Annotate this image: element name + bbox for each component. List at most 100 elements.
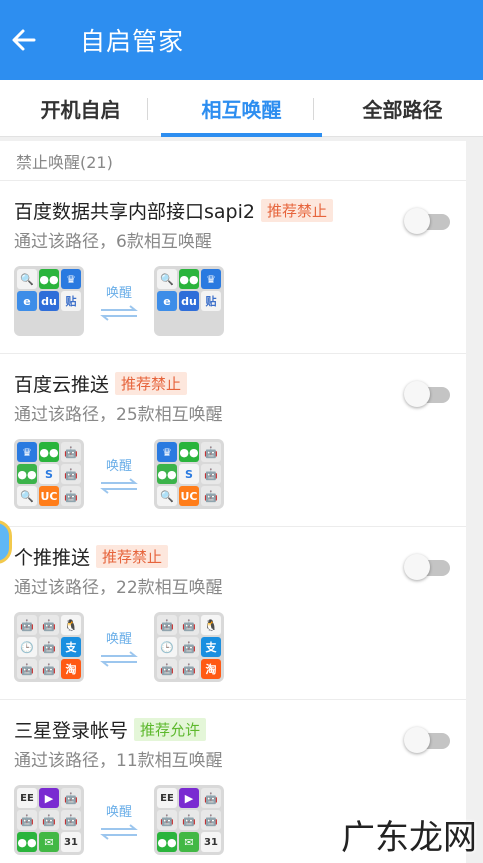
android-icon: 🤖	[39, 810, 59, 830]
recommend-badge: 推荐禁止	[260, 199, 333, 222]
wakeup-path-visual: EE ▶ 🤖 🤖 🤖 🤖 ●● ✉ 31 唤醒 EE ▶ 🤖 🤖 🤖 �	[14, 784, 224, 856]
wakeup-path-visual: 🔍 ●● ♛ e du 贴 唤醒 🔍 ●● ♛ e du 贴	[14, 265, 224, 337]
recommend-badge: 推荐禁止	[115, 372, 188, 395]
android-icon: 🤖	[61, 464, 81, 484]
android-icon: 🤖	[179, 637, 199, 657]
list-item[interactable]: 百度云推送 推荐禁止 通过该路径，25款相互唤醒 ♛ ●● 🤖 ●● S 🤖 🔍…	[0, 354, 466, 527]
list-item[interactable]: 个推推送 推荐禁止 通过该路径，22款相互唤醒 🤖 🤖 🐧 🕒 🤖 支 🤖 🤖 …	[0, 527, 466, 700]
android-icon: 🤖	[201, 788, 221, 808]
list-item[interactable]: 百度数据共享内部接口sapi2 推荐禁止 通过该路径，6款相互唤醒 🔍 ●● ♛…	[0, 181, 466, 354]
wechat-icon: ●●	[179, 442, 199, 462]
android-icon: 🤖	[179, 615, 199, 635]
app-group-icon: 🔍 ●● ♛ e du 贴	[154, 266, 224, 336]
android-icon: 🤖	[157, 659, 177, 679]
wakeup-toggle[interactable]	[404, 554, 450, 580]
android-icon: 🤖	[17, 615, 37, 635]
android-icon: 🤖	[39, 659, 59, 679]
calendar-icon: 31	[201, 832, 221, 852]
swap-arrows-icon	[100, 650, 138, 667]
qq-icon: 🐧	[201, 615, 221, 635]
android-icon: 🤖	[179, 659, 199, 679]
keyboard-icon: EE	[17, 788, 37, 808]
wechat-icon: ●●	[17, 832, 37, 852]
android-icon: 🤖	[17, 659, 37, 679]
wechat-icon: ●●	[17, 464, 37, 484]
arrow-left-icon	[12, 29, 36, 51]
item-name: 个推推送	[14, 547, 91, 569]
swap-arrows-icon	[100, 304, 138, 321]
app-group-icon: 🔍 ●● ♛ e du 贴	[14, 266, 84, 336]
watermark-text: 广东龙网	[341, 817, 477, 858]
message-icon: ✉	[179, 832, 199, 852]
app-s-icon: S	[39, 464, 59, 484]
crown-icon: ♛	[201, 269, 221, 289]
app-s-icon: S	[179, 464, 199, 484]
wakeup-arrow: 唤醒	[84, 266, 154, 336]
clock-icon: 🕒	[17, 637, 37, 657]
alipay-icon: 支	[61, 637, 81, 657]
wakeup-toggle[interactable]	[404, 727, 450, 753]
app-group-icon: EE ▶ 🤖 🤖 🤖 🤖 ●● ✉ 31	[154, 785, 224, 855]
search-icon: 🔍	[17, 486, 37, 506]
android-icon: 🤖	[61, 442, 81, 462]
browser-icon: e	[17, 291, 37, 311]
tab-all-paths[interactable]: 全部路径	[322, 80, 483, 136]
wakeup-path-visual: 🤖 🤖 🐧 🕒 🤖 支 🤖 🤖 淘 唤醒 🤖 🤖 🐧 🕒 🤖 支 🤖 🤖 淘	[14, 611, 224, 683]
browser-icon: e	[157, 291, 177, 311]
baidu-icon: du	[179, 291, 199, 311]
app-group-icon: EE ▶ 🤖 🤖 🤖 🤖 ●● ✉ 31	[14, 785, 84, 855]
android-icon: 🤖	[39, 615, 59, 635]
android-icon: 🤖	[61, 810, 81, 830]
android-icon: 🤖	[179, 810, 199, 830]
crown-icon: ♛	[61, 269, 81, 289]
crown-icon: ♛	[157, 442, 177, 462]
watermark: 广东龙网	[337, 805, 477, 863]
item-description: 通过该路径，6款相互唤醒	[14, 232, 212, 252]
alipay-icon: 支	[201, 637, 221, 657]
app-bar: 自启管家	[0, 0, 483, 80]
search-icon: 🔍	[17, 269, 37, 289]
app-group-icon: ♛ ●● 🤖 ●● S 🤖 🔍 UC 🤖	[14, 439, 84, 509]
android-icon: 🤖	[201, 486, 221, 506]
android-icon: 🤖	[61, 788, 81, 808]
search-icon: 🔍	[157, 269, 177, 289]
baidu-icon: du	[39, 291, 59, 311]
taobao-icon: 淘	[61, 659, 81, 679]
wakeup-arrow-label: 唤醒	[105, 631, 132, 647]
swap-arrows-icon	[100, 477, 138, 494]
wechat-icon: ●●	[157, 832, 177, 852]
item-name: 三星登录帐号	[14, 720, 129, 742]
tab-divider	[313, 98, 314, 120]
calendar-icon: 31	[61, 832, 81, 852]
android-icon: 🤖	[201, 464, 221, 484]
back-button[interactable]	[4, 20, 44, 60]
wakeup-path-list[interactable]: 禁止唤醒(21) 百度数据共享内部接口sapi2 推荐禁止 通过该路径，6款相互…	[0, 141, 466, 863]
wakeup-toggle[interactable]	[404, 381, 450, 407]
android-icon: 🤖	[17, 810, 37, 830]
tab-divider	[147, 98, 148, 120]
wakeup-path-visual: ♛ ●● 🤖 ●● S 🤖 🔍 UC 🤖 唤醒 ♛ ●● 🤖 ●● S 🤖 🔍 …	[14, 438, 224, 510]
wechat-icon: ●●	[39, 442, 59, 462]
tieba-icon: 贴	[61, 291, 81, 311]
tab-mutual-wakeup[interactable]: 相互唤醒	[161, 80, 322, 137]
recommend-badge: 推荐禁止	[96, 545, 169, 568]
tab-bar: 开机自启 相互唤醒 全部路径	[0, 80, 483, 137]
android-icon: 🤖	[157, 615, 177, 635]
app-group-icon: ♛ ●● 🤖 ●● S 🤖 🔍 UC 🤖	[154, 439, 224, 509]
android-icon: 🤖	[39, 637, 59, 657]
app-group-icon: 🤖 🤖 🐧 🕒 🤖 支 🤖 🤖 淘	[14, 612, 84, 682]
wechat-icon: ●●	[39, 269, 59, 289]
wakeup-arrow-label: 唤醒	[105, 285, 132, 301]
qq-icon: 🐧	[61, 615, 81, 635]
android-icon: 🤖	[157, 810, 177, 830]
uc-browser-icon: UC	[179, 486, 199, 506]
item-description: 通过该路径，11款相互唤醒	[14, 751, 223, 771]
wechat-icon: ●●	[179, 269, 199, 289]
search-icon: 🔍	[157, 486, 177, 506]
item-description: 通过该路径，22款相互唤醒	[14, 578, 223, 598]
tieba-icon: 贴	[201, 291, 221, 311]
tab-boot-autostart[interactable]: 开机自启	[0, 80, 161, 136]
clock-icon: 🕒	[157, 637, 177, 657]
wakeup-toggle[interactable]	[404, 208, 450, 234]
android-icon: 🤖	[201, 810, 221, 830]
